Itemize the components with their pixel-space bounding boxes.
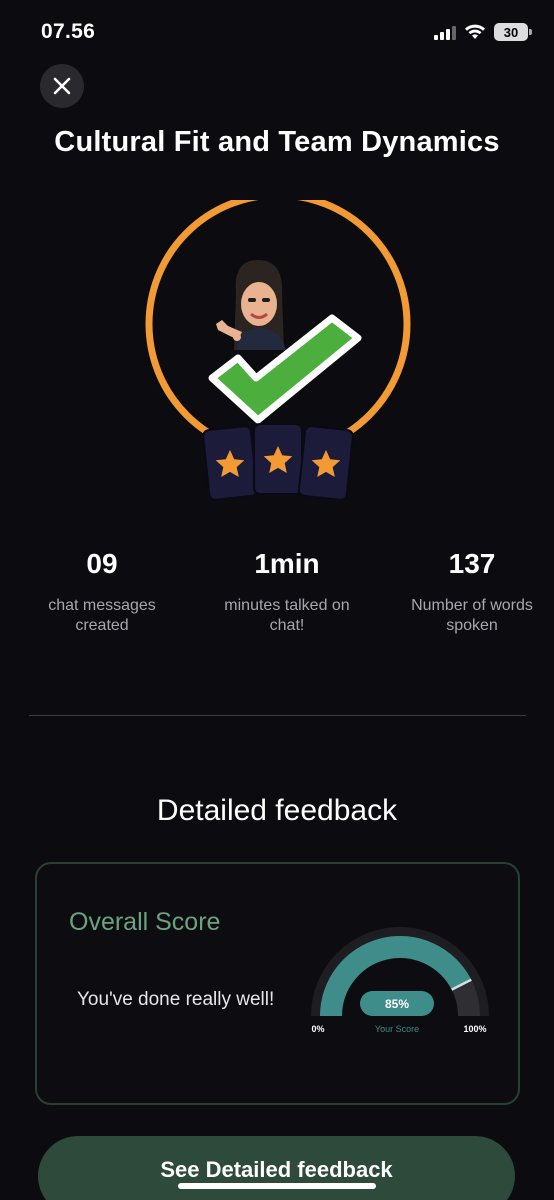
close-icon	[53, 77, 71, 95]
status-time: 07.56	[41, 20, 96, 43]
star-cards	[202, 423, 354, 501]
feedback-message: You've done really well!	[77, 989, 275, 1010]
score-caption: Your Score	[375, 1024, 419, 1034]
stat-value: 09	[86, 548, 118, 579]
close-button[interactable]	[40, 64, 84, 108]
gauge-max-label: 100%	[463, 1024, 486, 1034]
battery-icon: 30	[494, 23, 532, 41]
achievement-illustration	[130, 191, 430, 510]
page-title: Cultural Fit and Team Dynamics	[54, 126, 500, 158]
see-detailed-feedback-button[interactable]: See Detailed feedback	[38, 1136, 515, 1200]
stat-minutes: 1min minutes talked on chat!	[202, 546, 372, 636]
score-value: 85%	[385, 997, 409, 1011]
avatar	[216, 260, 286, 350]
stat-words: 137 Number of words spoken	[387, 546, 554, 636]
stat-label: Number of words spoken	[411, 597, 533, 634]
stat-value: 1min	[254, 548, 320, 579]
signal-icon	[434, 24, 456, 40]
overall-score-card: Overall Score You've done really well! 8…	[35, 862, 520, 1105]
divider	[29, 715, 526, 716]
stat-chat-messages: 09 chat messages created	[17, 546, 187, 636]
card-title: Overall Score	[69, 908, 221, 936]
stat-label: chat messages created	[48, 597, 156, 634]
cta-label: See Detailed feedback	[160, 1157, 393, 1182]
home-indicator	[178, 1183, 376, 1189]
stat-value: 137	[448, 548, 496, 579]
gauge-min-label: 0%	[311, 1024, 324, 1034]
status-indicators: 30	[434, 23, 532, 41]
section-title: Detailed feedback	[156, 794, 398, 827]
wifi-icon	[465, 24, 485, 39]
stat-label: minutes talked on chat!	[224, 597, 350, 634]
score-gauge: 85% Your Score 0% 100%	[311, 927, 489, 1034]
